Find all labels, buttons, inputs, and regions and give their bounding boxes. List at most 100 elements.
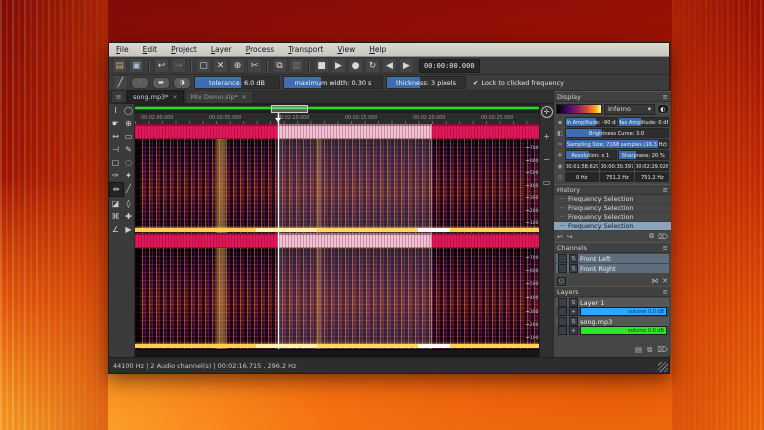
hamburger-icon[interactable]: ≡	[663, 93, 668, 101]
time-selection-tool[interactable]: I	[109, 104, 122, 117]
tab-song-mp3[interactable]: song.mp3* ✕	[127, 90, 184, 103]
min-amplitude-field[interactable]: Min Amplitude: -90 dB	[565, 117, 617, 127]
layer-solo-button[interactable]: S	[569, 298, 578, 307]
channel-solo-button[interactable]: S	[569, 264, 578, 273]
close-icon[interactable]: ✕	[242, 94, 247, 101]
menu-layer[interactable]: Layer	[204, 45, 239, 54]
save-icon[interactable]: ▣	[129, 58, 144, 73]
tab-list-button[interactable]: ≡	[111, 90, 126, 103]
mode-dot-toggle[interactable]: ·	[131, 77, 149, 89]
layer-expand-button[interactable]: +	[569, 326, 578, 335]
sharpness-field[interactable]: Sharpness: 20 %	[618, 150, 670, 160]
stop-icon[interactable]: ■	[314, 58, 329, 73]
display-section-header[interactable]: Display ≡	[554, 91, 671, 102]
heal-tool[interactable]: ✚	[122, 210, 135, 223]
crop-icon[interactable]: ✂	[247, 58, 262, 73]
menu-view[interactable]: View	[330, 45, 362, 54]
invert-colors-icon[interactable]: ◐	[657, 104, 669, 114]
history-item[interactable]: Frequency Selection	[554, 195, 671, 204]
loop-icon[interactable]: ↻	[365, 58, 380, 73]
pan-tool[interactable]: ☛	[109, 117, 122, 130]
mode-bar-toggle[interactable]: ▬	[152, 77, 170, 89]
redo-icon[interactable]: ↪	[567, 233, 573, 241]
history-section-header[interactable]: History ≡	[554, 184, 671, 195]
spectrogram-left-channel[interactable]: 700 600 500 400 300 200 100	[135, 139, 539, 233]
channel-visibility-checkbox[interactable]	[558, 254, 567, 263]
menu-process[interactable]: Process	[239, 45, 281, 54]
layer-item[interactable]: S Layer 1	[556, 298, 669, 307]
channel-visibility-checkbox[interactable]	[558, 264, 567, 273]
layer-visibility-checkbox[interactable]	[558, 298, 567, 307]
play-tool[interactable]: ▶	[122, 223, 135, 236]
line-tool[interactable]: ╱	[122, 182, 135, 195]
copy-icon[interactable]: ⧉	[649, 232, 654, 241]
paste-icon[interactable]: ▥	[289, 58, 304, 73]
lock-frequency-checkbox[interactable]: ✔ Lock to clicked frequency	[473, 79, 564, 87]
channel-front-right[interactable]: S Front Right	[556, 264, 669, 273]
rect-selection-tool[interactable]: ▢	[109, 156, 122, 169]
copy-icon[interactable]: ⧉	[272, 58, 287, 73]
line-marker-icon[interactable]: ╱	[113, 75, 128, 90]
undo-icon[interactable]: ↩	[154, 58, 169, 73]
hamburger-icon[interactable]: ≡	[663, 244, 668, 252]
max-amplitude-field[interactable]: Max Amplitude: 0 dB	[618, 117, 670, 127]
select-all-icon[interactable]: ▢	[196, 58, 211, 73]
hamburger-icon[interactable]: ≡	[663, 186, 668, 194]
go-start-icon[interactable]: ◀	[382, 58, 397, 73]
go-end-icon[interactable]: ▶	[399, 58, 414, 73]
timefreq-selection-tool[interactable]: ◯	[122, 104, 135, 117]
clone-stamp-tool[interactable]: ⌘	[109, 210, 122, 223]
history-item-selected[interactable]: Frequency Selection	[554, 222, 671, 231]
layer-item[interactable]: S song.mp3	[556, 317, 669, 326]
overview-view-box[interactable]	[271, 105, 308, 113]
layer-solo-button[interactable]: S	[569, 317, 578, 326]
playhead-marker[interactable]	[275, 118, 281, 122]
menu-edit[interactable]: Edit	[136, 45, 165, 54]
delete-layer-icon[interactable]: ⌦	[657, 345, 668, 355]
transform-tool[interactable]: ▭	[122, 130, 135, 143]
lasso-selection-tool[interactable]: ◌	[122, 156, 135, 169]
resize-grip[interactable]	[658, 362, 668, 372]
time-ruler[interactable]: 00:02:00.000 00:02:05.000 00:02:10.000 0…	[135, 113, 539, 124]
tab-mix-demo[interactable]: Mix Demo.slp* ✕	[185, 90, 253, 103]
zoom-out-icon[interactable]: −	[543, 155, 550, 164]
mode-contrast-toggle[interactable]: ◑	[173, 77, 191, 89]
layer-blend-box[interactable]	[558, 326, 567, 335]
resolution-field[interactable]: Resolution: x 1	[565, 150, 617, 160]
move-tool[interactable]: ↔	[109, 130, 122, 143]
eraser-tool[interactable]: ◪	[109, 197, 122, 210]
zoom-selection-icon[interactable]: ⊕	[230, 58, 245, 73]
layer-volume-bar[interactable]: volume 0.0 dB	[580, 326, 667, 335]
menu-project[interactable]: Project	[164, 45, 204, 54]
history-item[interactable]: Frequency Selection	[554, 204, 671, 213]
frequency-selection-tool[interactable]: ⊣	[109, 143, 122, 156]
new-layer-icon[interactable]: ⧉	[647, 345, 652, 355]
pen-tool[interactable]: ✎	[122, 143, 135, 156]
redo-icon[interactable]: ↪	[171, 58, 186, 73]
waveform-strip-left[interactable]	[135, 124, 539, 139]
waveform-strip-right[interactable]	[135, 233, 539, 248]
layer-volume-bar[interactable]: volume 0.0 dB	[580, 307, 667, 316]
magic-wand-tool[interactable]: ✦	[122, 169, 135, 182]
menu-file[interactable]: File	[109, 45, 136, 54]
layers-section-header[interactable]: Layers ≡	[554, 286, 671, 297]
layer-blend-box[interactable]	[558, 307, 567, 316]
play-icon[interactable]: ▶	[331, 58, 346, 73]
hamburger-icon[interactable]: ≡	[663, 288, 668, 296]
colormap-select[interactable]: Inferno ▾	[604, 104, 655, 115]
brightness-curve-field[interactable]: Brightness Curve: 3.0	[565, 128, 669, 138]
maximum-width-field[interactable]: maximum width: 0.30 s	[283, 76, 383, 89]
trash-icon[interactable]: ⌦	[658, 233, 668, 241]
thickness-field[interactable]: thickness: 3 pixels	[386, 76, 466, 89]
zoom-in-icon[interactable]: +	[543, 132, 550, 141]
smudge-tool[interactable]: ◊	[122, 197, 135, 210]
navigate-compass-icon[interactable]: ✛	[541, 106, 553, 118]
sampling-size-field[interactable]: Sampling Size: 7168 samples (16.3 Hz)	[565, 139, 669, 149]
history-item[interactable]: Frequency Selection	[554, 213, 671, 222]
layer-visibility-checkbox[interactable]	[558, 317, 567, 326]
undo-icon[interactable]: ↩	[557, 233, 563, 241]
channel-solo-button[interactable]: S	[569, 254, 578, 263]
new-group-icon[interactable]: ▤	[635, 345, 642, 355]
channels-section-header[interactable]: Channels ≡	[554, 242, 671, 253]
layer-expand-button[interactable]: +	[569, 307, 578, 316]
